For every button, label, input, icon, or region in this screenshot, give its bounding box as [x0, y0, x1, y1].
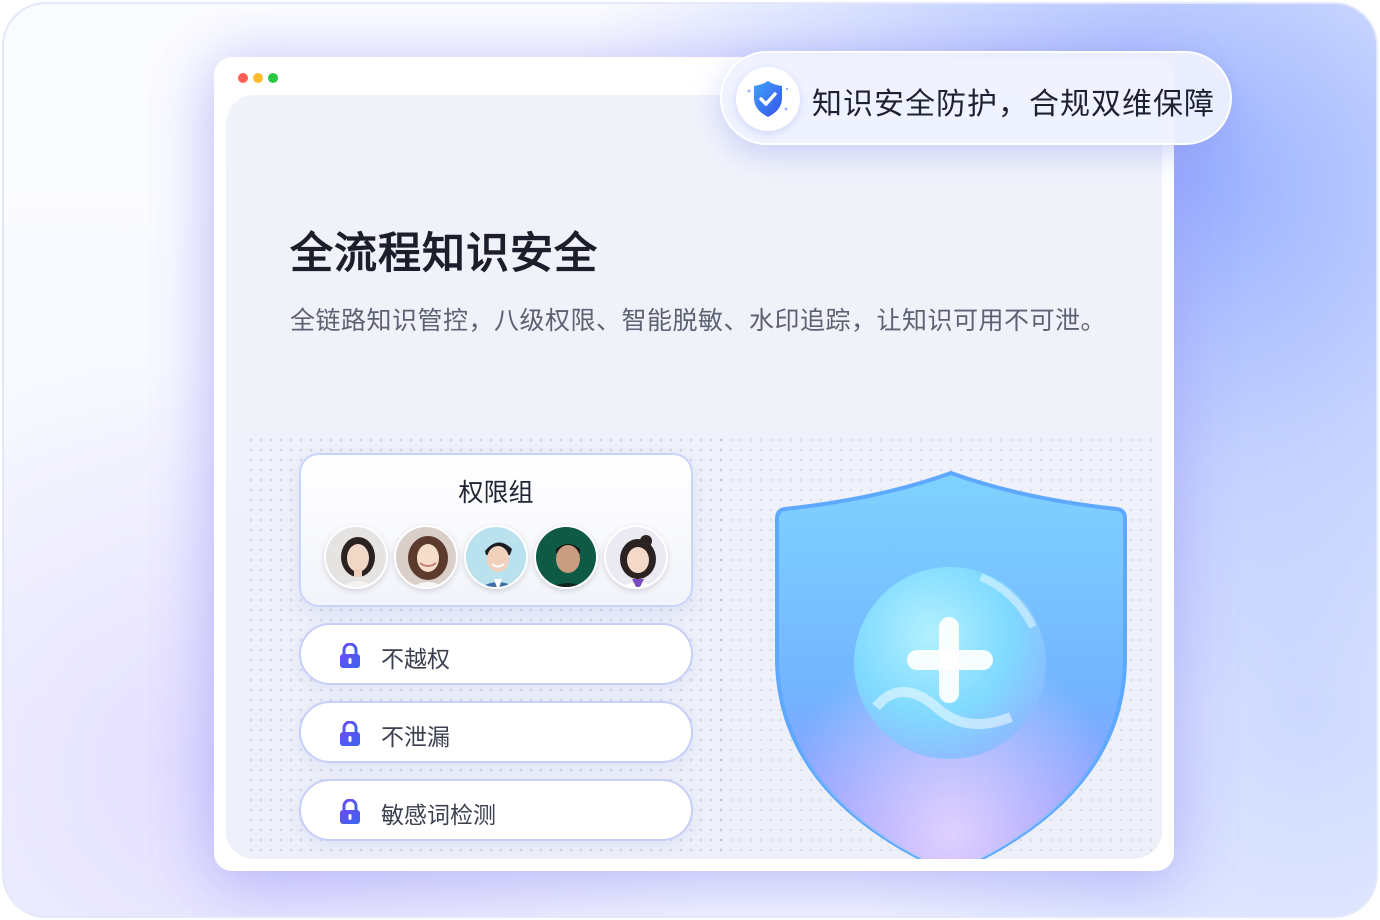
badge-text: 知识安全防护，合规双维保障	[812, 87, 1215, 122]
shield-check-icon	[736, 67, 800, 131]
page-description: 全链路知识管控，八级权限、智能脱敏、水印追踪，让知识可用不可泄。	[290, 306, 1107, 335]
permission-group-title: 权限组	[458, 478, 534, 507]
avatar[interactable]	[604, 525, 668, 589]
app-window: 全流程知识安全 全链路知识管控，八级权限、智能脱敏、水印追踪，让知识可用不可泄。…	[214, 57, 1174, 871]
background-frame: 全流程知识安全 全链路知识管控，八级权限、智能脱敏、水印追踪，让知识可用不可泄。…	[2, 2, 1378, 918]
avatar-list	[324, 525, 668, 589]
content-panel: 全流程知识安全 全链路知识管控，八级权限、智能脱敏、水印追踪，让知识可用不可泄。…	[226, 95, 1162, 859]
avatar[interactable]	[324, 525, 388, 589]
feature-label: 不越权	[381, 647, 450, 673]
feature-label: 敏感词检测	[381, 803, 496, 829]
lock-icon	[340, 643, 360, 668]
feature-no-overreach[interactable]: 不越权	[299, 623, 693, 685]
lock-icon	[340, 799, 360, 824]
minimize-button[interactable]	[253, 73, 263, 83]
avatar[interactable]	[534, 525, 598, 589]
feature-no-leak[interactable]: 不泄漏	[299, 701, 693, 763]
security-badge: 知识安全防护，合规双维保障	[720, 51, 1232, 145]
lock-icon	[340, 721, 360, 746]
close-button[interactable]	[238, 73, 248, 83]
maximize-button[interactable]	[268, 73, 278, 83]
page-title: 全流程知识安全	[290, 229, 598, 279]
permission-group-card[interactable]: 权限组	[299, 453, 693, 607]
feature-label: 不泄漏	[381, 725, 450, 751]
shield-plus-icon	[775, 470, 1127, 859]
feature-sensitive-word-detection[interactable]: 敏感词检测	[299, 779, 693, 841]
avatar[interactable]	[464, 525, 528, 589]
avatar[interactable]	[394, 525, 458, 589]
window-controls	[238, 73, 278, 83]
